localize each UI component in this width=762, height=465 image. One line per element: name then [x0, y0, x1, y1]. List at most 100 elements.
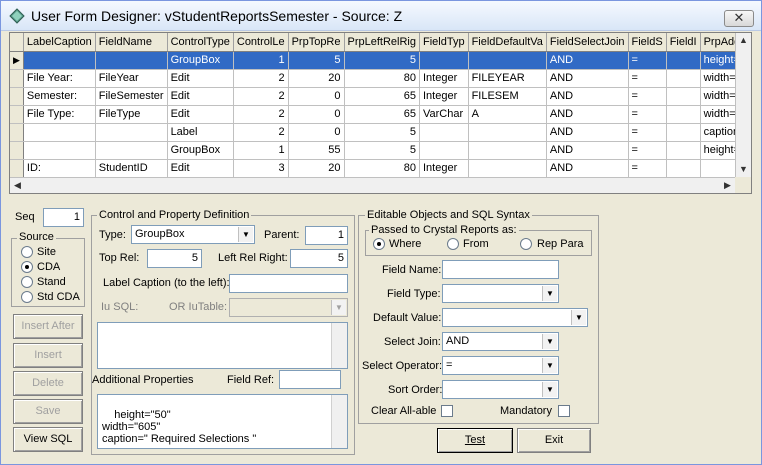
column-header[interactable]: ControlLe [233, 33, 289, 52]
delete-button[interactable]: Delete [13, 371, 83, 396]
grid-horizontal-scrollbar[interactable]: ◀ ▶ [10, 177, 737, 193]
source-radio-std-cda[interactable] [21, 291, 33, 303]
table-cell[interactable]: 2 [233, 87, 289, 106]
table-cell[interactable]: = [628, 69, 667, 88]
chevron-down-icon[interactable]: ▼ [542, 358, 557, 373]
table-cell[interactable]: File Type: [23, 105, 96, 124]
table-cell[interactable]: 2 [233, 105, 289, 124]
field-name-input[interactable] [442, 260, 559, 279]
iu-sql-scrollbar[interactable] [331, 323, 347, 368]
table-cell[interactable]: 2 [233, 69, 289, 88]
insert-button[interactable]: Insert [13, 343, 83, 368]
table-cell[interactable] [95, 51, 168, 70]
additional-properties-textarea[interactable]: height="50" width="605" caption=" Requir… [97, 394, 348, 449]
clear-all-checkbox[interactable] [441, 405, 453, 417]
controls-grid[interactable]: LabelCaption FieldName ControlType ControlL… [9, 32, 752, 194]
test-button[interactable]: Test [437, 428, 513, 453]
table-cell[interactable]: FileYear [95, 69, 168, 88]
table-cell[interactable]: Edit [167, 105, 234, 124]
scroll-down-icon[interactable]: ▼ [736, 162, 751, 177]
scroll-up-icon[interactable]: ▲ [736, 33, 751, 48]
table-cell[interactable]: = [628, 159, 667, 178]
save-button[interactable]: Save [13, 399, 83, 424]
table-cell[interactable]: = [628, 141, 667, 160]
table-cell[interactable]: AND [546, 159, 629, 178]
source-radio-site[interactable] [21, 246, 33, 258]
table-cell[interactable]: 20 [288, 69, 345, 88]
exit-button[interactable]: Exit [517, 428, 591, 453]
table-cell[interactable] [666, 159, 701, 178]
table-cell[interactable]: File Year: [23, 69, 96, 88]
field-type-select[interactable]: ▼ [442, 284, 559, 303]
table-row[interactable]: ID: StudentID Edit 3 20 80 Integer AND = [10, 159, 751, 178]
table-cell[interactable]: StudentID [95, 159, 168, 178]
table-cell[interactable]: FILESEM [468, 87, 547, 106]
table-cell[interactable] [666, 51, 701, 70]
table-cell[interactable]: FileType [95, 105, 168, 124]
table-cell[interactable]: 2 [233, 123, 289, 142]
table-cell[interactable]: Integer [419, 69, 469, 88]
table-cell[interactable]: 20 [288, 159, 345, 178]
chevron-down-icon[interactable]: ▼ [331, 300, 346, 315]
table-cell[interactable]: 55 [288, 141, 345, 160]
table-cell[interactable]: ID: [23, 159, 96, 178]
table-cell[interactable]: GroupBox [167, 51, 234, 70]
table-cell[interactable] [666, 123, 701, 142]
table-cell[interactable]: A [468, 105, 547, 124]
row-selector[interactable] [10, 87, 24, 106]
table-cell[interactable] [23, 141, 96, 160]
table-cell[interactable]: AND [546, 105, 629, 124]
table-cell[interactable]: = [628, 51, 667, 70]
scroll-left-icon[interactable]: ◀ [10, 178, 25, 193]
table-cell[interactable]: 0 [288, 123, 345, 142]
table-cell[interactable] [23, 51, 96, 70]
table-cell[interactable]: 5 [344, 51, 420, 70]
table-cell[interactable]: 65 [344, 87, 420, 106]
table-cell[interactable]: AND [546, 51, 629, 70]
row-selector[interactable]: ▶ [10, 51, 24, 70]
column-header[interactable]: FieldI [666, 33, 701, 52]
table-row[interactable]: File Type: FileType Edit 2 0 65 VarChar A AND = wi… [10, 105, 751, 124]
table-cell[interactable]: AND [546, 87, 629, 106]
mandatory-checkbox[interactable] [558, 405, 570, 417]
table-cell[interactable] [468, 123, 547, 142]
table-cell[interactable]: 65 [344, 105, 420, 124]
table-cell[interactable] [468, 51, 547, 70]
default-value-select[interactable]: ▼ [442, 308, 588, 327]
view-sql-button[interactable]: View SQL [13, 427, 83, 452]
passed-radio-from[interactable] [447, 238, 459, 250]
table-cell[interactable] [666, 87, 701, 106]
table-cell[interactable] [419, 51, 469, 70]
top-rel-input[interactable]: 5 [147, 249, 202, 268]
column-header[interactable]: ControlType [167, 33, 234, 52]
table-cell[interactable]: FILEYEAR [468, 69, 547, 88]
column-header[interactable]: FieldTyp [419, 33, 469, 52]
column-header[interactable]: FieldS [628, 33, 667, 52]
table-cell[interactable]: 1 [233, 51, 289, 70]
scroll-right-icon[interactable]: ▶ [720, 178, 735, 193]
column-header[interactable]: PrpTopRe [288, 33, 345, 52]
table-cell[interactable]: 0 [288, 105, 345, 124]
row-selector[interactable] [10, 69, 24, 88]
table-cell[interactable]: 5 [344, 123, 420, 142]
table-cell[interactable]: Edit [167, 87, 234, 106]
source-radio-stand[interactable] [21, 276, 33, 288]
table-cell[interactable]: = [628, 123, 667, 142]
iu-sql-textarea[interactable] [97, 322, 348, 369]
table-cell[interactable]: 0 [288, 87, 345, 106]
label-caption-input[interactable] [229, 274, 348, 293]
column-header[interactable]: FieldDefaultVa [468, 33, 547, 52]
chevron-down-icon[interactable]: ▼ [542, 286, 557, 301]
chevron-down-icon[interactable]: ▼ [542, 382, 557, 397]
insert-after-button[interactable]: Insert After [13, 314, 83, 339]
row-selector[interactable] [10, 141, 24, 160]
table-cell[interactable]: Integer [419, 87, 469, 106]
field-ref-input[interactable] [279, 370, 341, 389]
table-cell[interactable] [666, 69, 701, 88]
table-cell[interactable]: AND [546, 123, 629, 142]
seq-input[interactable]: 1 [43, 208, 84, 227]
left-rel-input[interactable]: 5 [290, 249, 348, 268]
chevron-down-icon[interactable]: ▼ [542, 334, 557, 349]
table-row[interactable]: ▶GroupBox155AND=height="50"||widt [10, 51, 751, 70]
table-cell[interactable] [666, 105, 701, 124]
